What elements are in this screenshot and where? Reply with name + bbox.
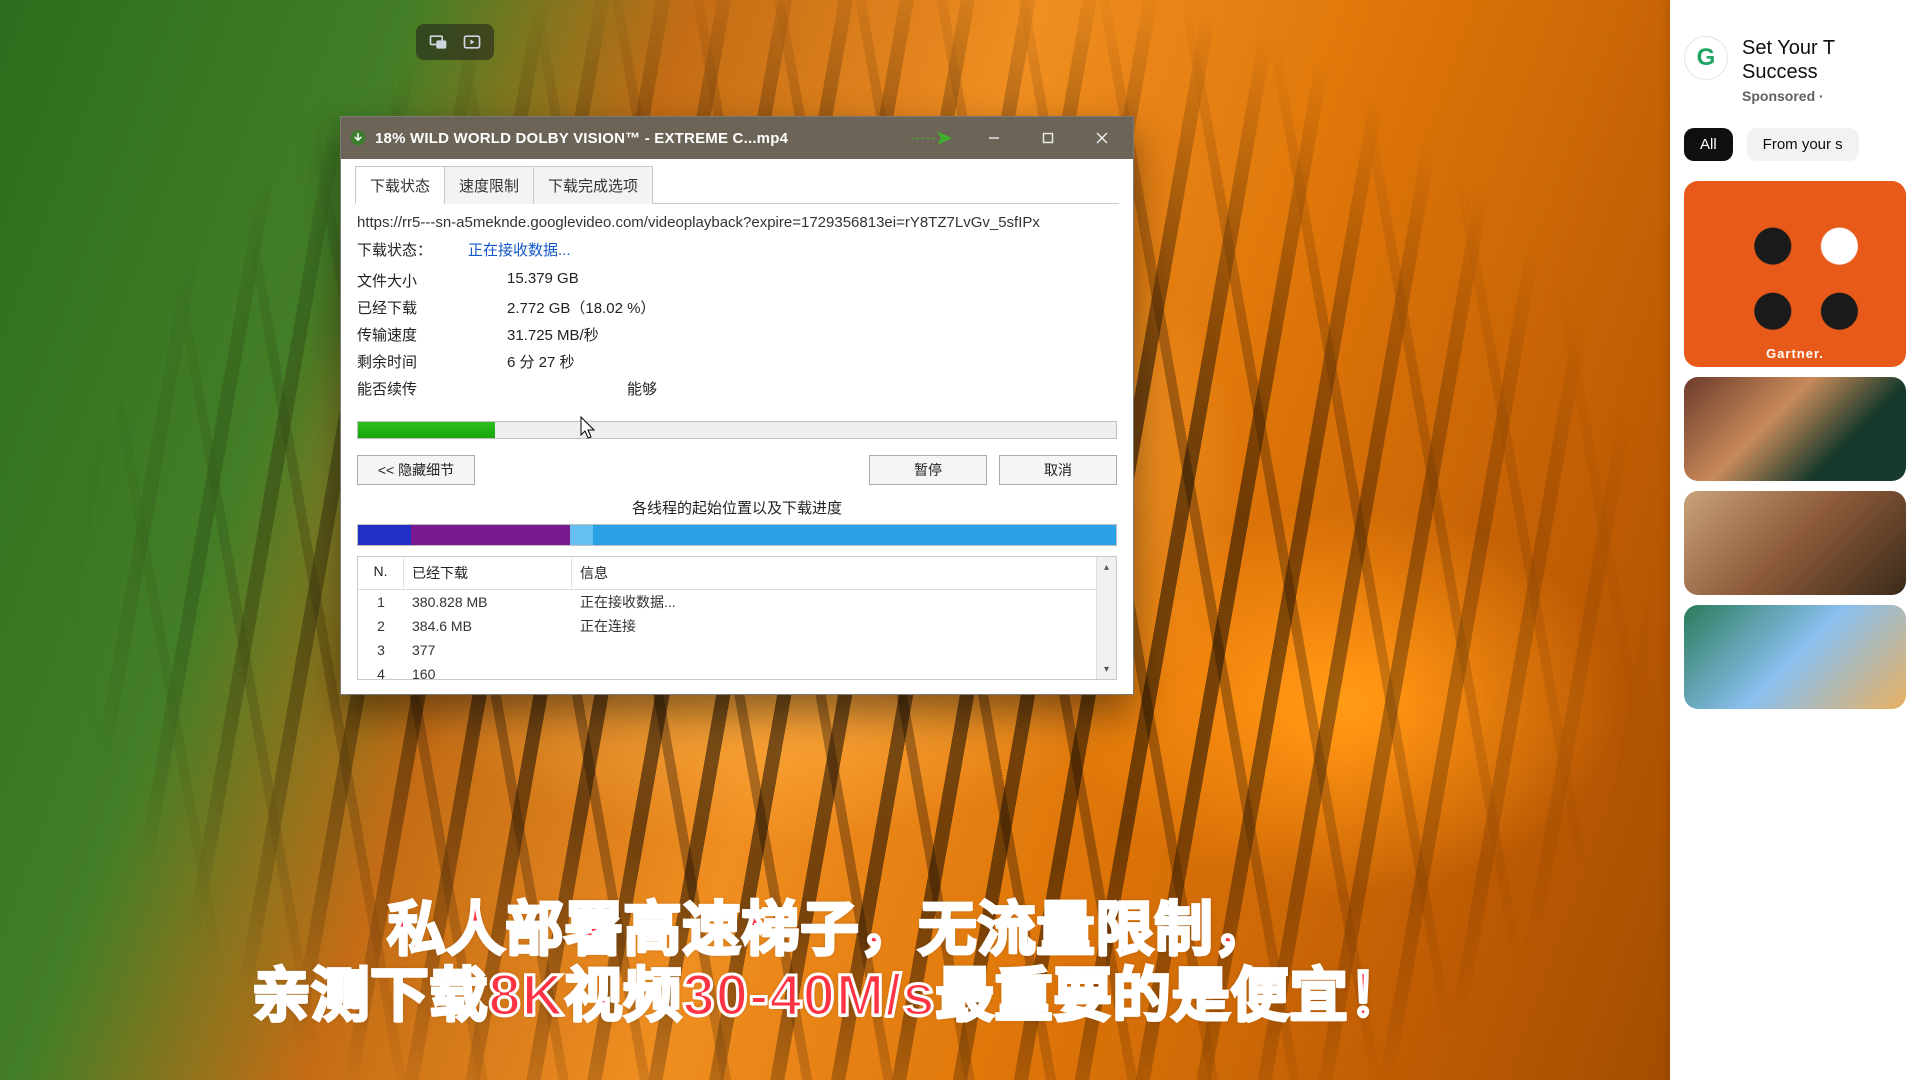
cancel-button[interactable]: 取消: [999, 455, 1117, 485]
cell-n: 3: [358, 642, 404, 658]
chip-all[interactable]: All: [1684, 128, 1733, 161]
cell-n: 1: [358, 594, 404, 610]
cell-downloaded: 380.828 MB: [404, 594, 572, 610]
cell-n: 2: [358, 618, 404, 634]
thumb-3[interactable]: [1684, 491, 1906, 595]
grammarly-logo-icon: G: [1684, 36, 1728, 80]
maximize-button[interactable]: [1025, 117, 1071, 159]
segment-bar: [357, 524, 1117, 546]
time-left-value: 6 分 27 秒: [507, 351, 1117, 372]
scroll-down-icon[interactable]: ▾: [1097, 659, 1116, 679]
col-info-header[interactable]: 信息: [572, 557, 1116, 589]
col-downloaded-header[interactable]: 已经下载: [404, 557, 572, 589]
scroll-up-icon[interactable]: ▴: [1097, 557, 1116, 577]
window-title: 18% WILD WORLD DOLBY VISION™ - EXTREME C…: [375, 130, 788, 147]
minimize-button[interactable]: [971, 117, 1017, 159]
filter-chips: All From your s: [1670, 128, 1920, 171]
titlebar[interactable]: 18% WILD WORLD DOLBY VISION™ - EXTREME C…: [341, 117, 1133, 159]
segment: [593, 525, 1116, 545]
ad-sponsored: Sponsored ·: [1742, 88, 1835, 104]
youtube-sidebar: G Set Your T Success Sponsored · All Fro…: [1670, 0, 1920, 1080]
table-scrollbar[interactable]: ▴ ▾: [1096, 557, 1116, 679]
cell-n: 4: [358, 666, 404, 680]
chip-from-your[interactable]: From your s: [1747, 128, 1859, 161]
cell-downloaded: 384.6 MB: [404, 618, 572, 634]
tab-on-complete[interactable]: 下载完成选项: [533, 166, 653, 204]
tab-speed-limit[interactable]: 速度限制: [444, 166, 534, 204]
pause-button[interactable]: 暂停: [869, 455, 987, 485]
thumb-2[interactable]: [1684, 377, 1906, 481]
col-n-header[interactable]: N.: [358, 557, 404, 589]
tab-bar: 下载状态 速度限制 下载完成选项: [355, 165, 1119, 204]
segment: [358, 525, 411, 545]
play-next-icon[interactable]: [458, 28, 486, 56]
cell-info: 正在接收数据...: [572, 592, 1116, 612]
details-grid: 文件大小 15.379 GB 已经下载 2.772 GB（18.02 %） 传输…: [355, 264, 1119, 403]
download-url: https://rr5---sn-a5meknde.googlevideo.co…: [355, 204, 1119, 235]
transfer-arrow-icon: ➤: [935, 125, 953, 151]
hide-details-button[interactable]: << 隐藏细节: [357, 455, 475, 485]
time-left-label: 剩余时间: [357, 351, 507, 372]
status-value: 正在接收数据...: [468, 239, 571, 260]
progress-bar: [357, 421, 1117, 439]
cell-downloaded: 377: [404, 642, 572, 658]
sponsored-ad[interactable]: G Set Your T Success Sponsored ·: [1670, 36, 1920, 128]
cell-downloaded: 160: [404, 666, 572, 680]
download-dialog: 18% WILD WORLD DOLBY VISION™ - EXTREME C…: [340, 116, 1134, 695]
ad-title-2: Success: [1742, 60, 1835, 84]
table-row[interactable]: 4160: [358, 662, 1116, 680]
tab-status[interactable]: 下载状态: [355, 166, 445, 204]
downloaded-value: 2.772 GB（18.02 %）: [507, 297, 1117, 318]
file-size-value: 15.379 GB: [507, 270, 1117, 291]
resume-value: 能够: [507, 378, 1117, 399]
resume-label: 能否续传: [357, 378, 507, 399]
status-line: 下载状态： 正在接收数据...: [355, 235, 1119, 264]
app-icon: [349, 129, 367, 147]
cell-info: 正在连接: [572, 616, 1116, 636]
segment: [411, 525, 570, 545]
downloaded-label: 已经下载: [357, 297, 507, 318]
media-toolbar: [416, 24, 494, 60]
ad-title-1: Set Your T: [1742, 36, 1835, 60]
thumb-gartner[interactable]: Gartner.: [1684, 181, 1906, 367]
thumb-gartner-label: Gartner.: [1684, 346, 1906, 361]
table-row[interactable]: 1380.828 MB正在接收数据...: [358, 590, 1116, 614]
segment: [570, 525, 593, 545]
file-size-label: 文件大小: [357, 270, 507, 291]
progress-fill: [358, 422, 495, 438]
table-row[interactable]: 2384.6 MB正在连接: [358, 614, 1116, 638]
status-label: 下载状态：: [357, 239, 432, 260]
threads-title: 各线程的起始位置以及下载进度: [355, 497, 1119, 518]
transfer-rate-label: 传输速度: [357, 324, 507, 345]
pip-icon[interactable]: [424, 28, 452, 56]
close-button[interactable]: [1079, 117, 1125, 159]
table-row[interactable]: 3377: [358, 638, 1116, 662]
threads-table: N. 已经下载 信息 1380.828 MB正在接收数据...2384.6 MB…: [357, 556, 1117, 680]
thumb-4[interactable]: [1684, 605, 1906, 709]
transfer-rate-value: 31.725 MB/秒: [507, 324, 1117, 345]
